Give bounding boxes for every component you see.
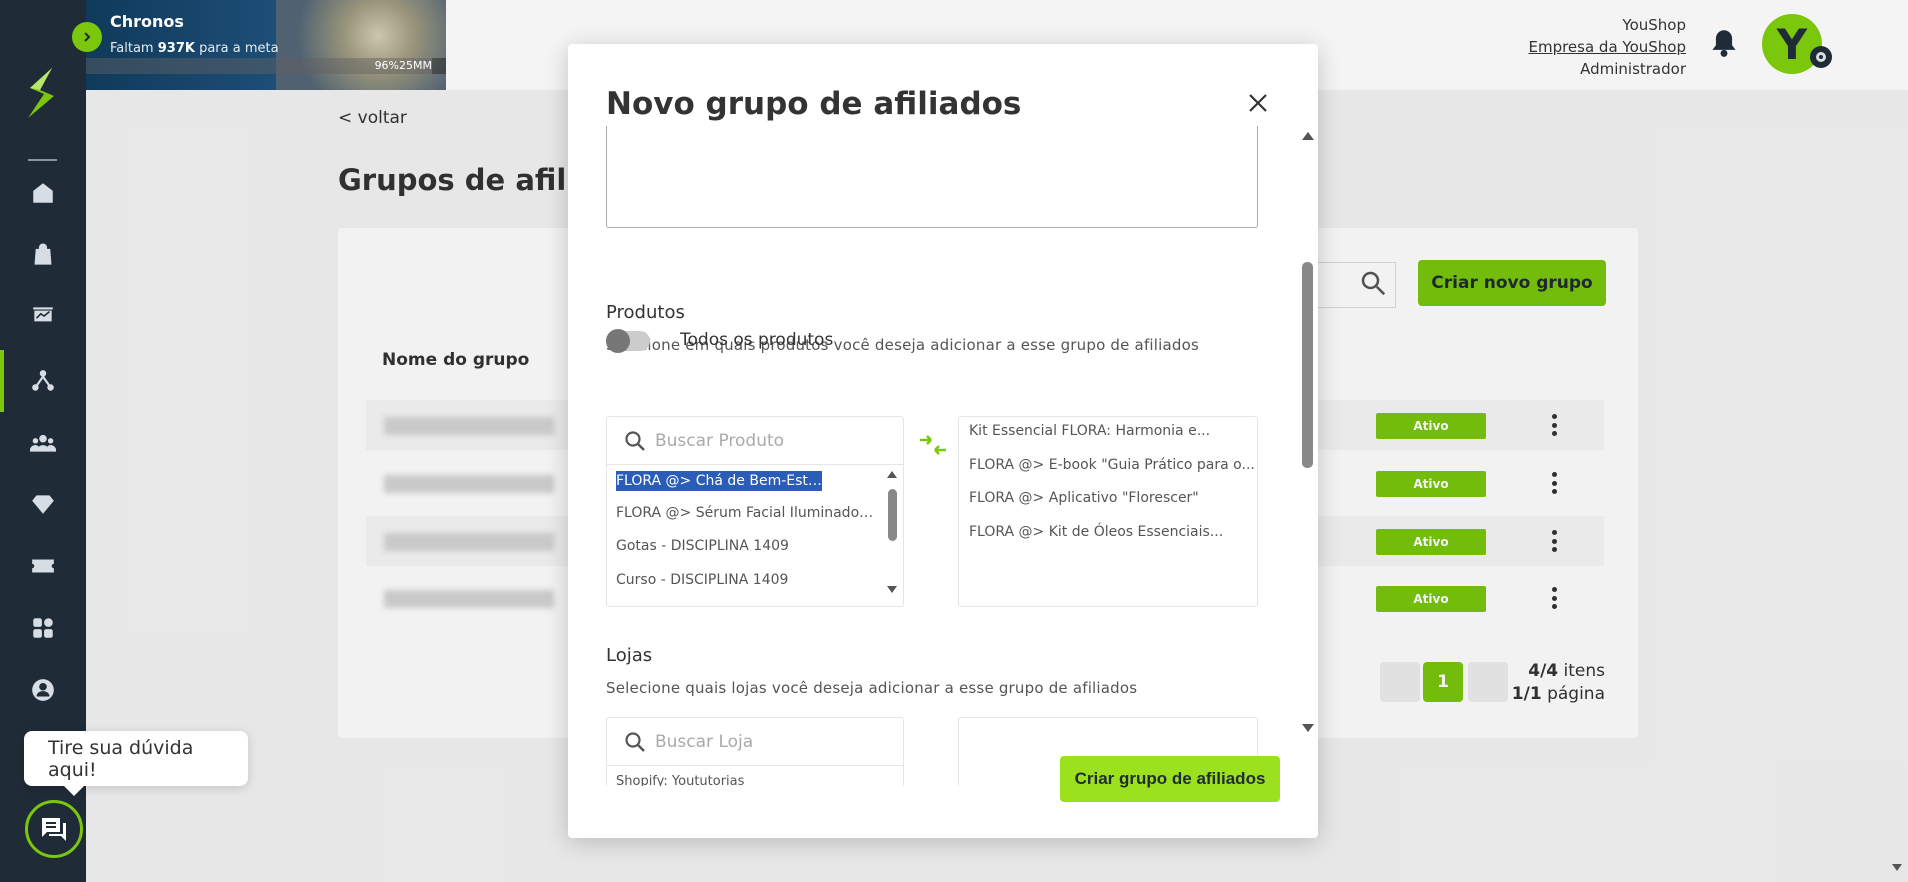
scroll-down-icon[interactable] [1302,724,1314,732]
banner-title: Chronos [110,12,184,31]
list-item[interactable]: Curso - DISCIPLINA 1409 [616,572,876,588]
list-item[interactable]: FLORA @> E-book "Guia Prático para o... [969,457,1255,473]
store-name: YouShop [1622,16,1686,34]
modal-title: Novo grupo de afiliados [606,86,1022,122]
gear-icon[interactable] [1810,46,1832,68]
sidebar-divider [28,159,57,161]
product-list-scrollbar[interactable] [885,467,899,597]
user-profile-icon[interactable] [27,674,59,706]
scrollbar-thumb[interactable] [1302,262,1313,468]
company-link[interactable]: Empresa da YouShop [1528,36,1686,58]
notification-bell-icon[interactable] [1710,28,1738,58]
presentation-chart-icon[interactable] [27,300,59,332]
goal-progress-text: 96%25MM [374,59,432,72]
new-affiliate-group-modal: Novo grupo de afiliados Produtos Selecio… [568,44,1318,838]
users-group-icon[interactable] [27,427,59,459]
list-item[interactable]: Gotas - DISCIPLINA 1409 [616,538,876,554]
chat-icon [42,818,66,841]
banner-subtitle-prefix: Faltam [110,41,158,56]
scrollbar-thumb[interactable] [888,489,897,541]
logo-icon[interactable] [22,66,62,120]
banner-subtitle: Faltam 937K para a meta [110,41,279,56]
list-item[interactable]: Shopify: Yoututorias [616,774,876,786]
diamond-icon[interactable] [27,488,59,520]
chat-button[interactable] [25,800,83,858]
list-item[interactable]: Kit Essencial FLORA: Harmonia e... [969,423,1210,439]
sidebar-active-indicator [0,350,4,412]
banner-artwork [276,0,446,90]
search-icon [625,431,645,451]
stores-section-title: Lojas [606,645,653,666]
product-search-input[interactable] [655,427,895,455]
store-search-input[interactable] [655,728,895,756]
ticket-icon[interactable] [27,550,59,582]
all-products-toggle[interactable] [606,329,650,353]
user-role: Administrador [1580,60,1686,78]
affiliates-network-icon[interactable] [27,365,59,397]
modal-scrollbar[interactable] [1300,132,1314,732]
transfer-arrows-icon[interactable] [918,430,948,460]
all-products-label: Todos os produtos [680,330,834,350]
create-affiliate-group-button[interactable]: Criar grupo de afiliados [1060,756,1280,802]
scroll-down-icon[interactable] [887,586,897,593]
store-search [607,718,903,766]
shopping-bag-icon[interactable] [27,238,59,270]
expand-banner-button[interactable] [72,22,102,52]
modal-body: Produtos Selecione em quais produtos voc… [568,126,1318,786]
home-icon[interactable] [27,177,59,209]
scroll-up-icon[interactable] [887,471,897,478]
description-textarea[interactable] [606,126,1258,228]
goal-progress-bar: 96%25MM [86,58,446,74]
selected-products-list[interactable]: Kit Essencial FLORA: Harmonia e... FLORA… [958,416,1258,607]
scroll-up-icon[interactable] [1302,132,1314,140]
product-search [607,417,903,465]
products-section-title: Produtos [606,302,685,323]
available-products-list[interactable]: FLORA @> Chá de Bem-Estar... FLORA @> Sé… [606,416,904,607]
apps-grid-icon[interactable] [27,612,59,644]
stores-section-description: Selecione quais lojas você deseja adicio… [606,679,1138,697]
search-icon [625,732,645,752]
chevron-right-icon [84,32,91,42]
banner-subtitle-amount: 937K [157,41,195,56]
page-scroll-down-icon[interactable] [1892,864,1902,871]
list-item[interactable]: FLORA @> Sérum Facial Iluminador... [616,505,876,521]
toggle-knob [606,329,630,353]
close-icon[interactable] [1243,88,1273,118]
banner-subtitle-suffix: para a meta [194,41,279,56]
available-stores-list[interactable]: Shopify: Yoututorias [606,717,904,786]
list-item[interactable]: FLORA @> Kit de Óleos Essenciais... [969,524,1223,540]
list-item[interactable]: FLORA @> Chá de Bem-Estar... [616,471,822,491]
user-info: YouShop Empresa da YouShop Administrador [1528,14,1686,80]
help-tooltip: Tire sua dúvida aqui! [24,731,248,796]
list-item[interactable]: FLORA @> Aplicativo "Florescer" [969,490,1199,506]
